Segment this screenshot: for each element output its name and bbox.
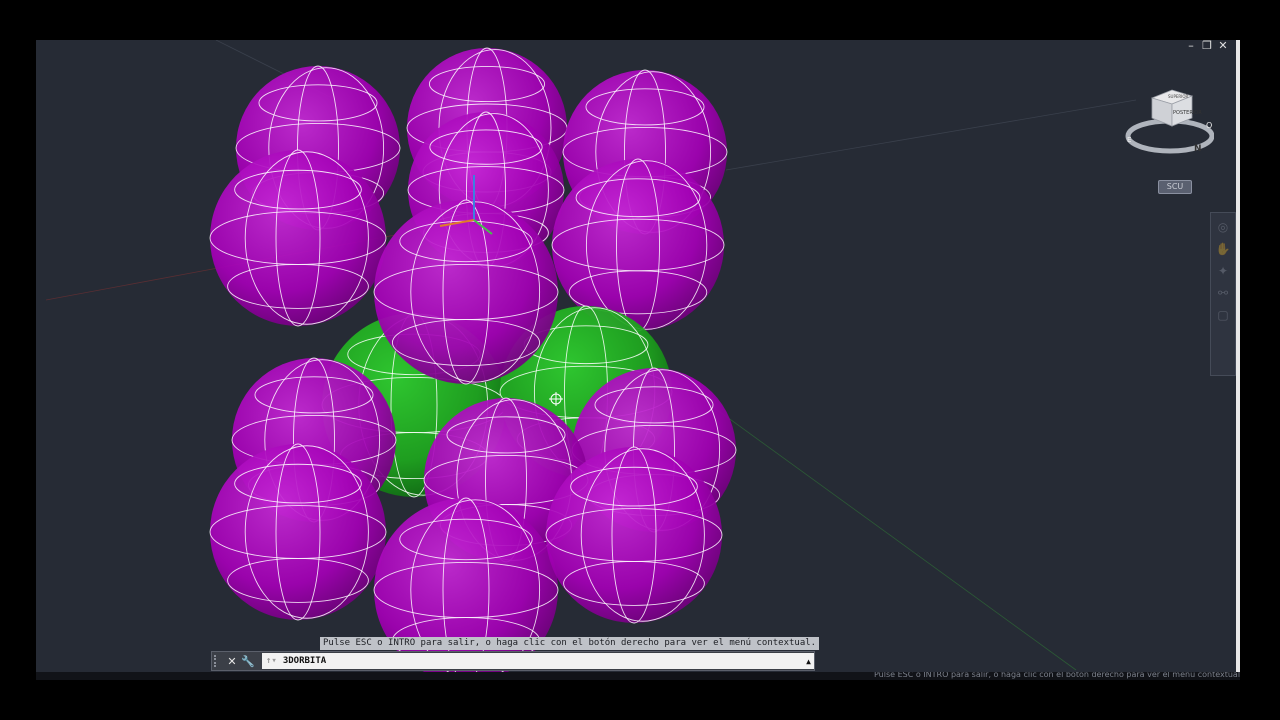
magenta-sphere [551, 158, 725, 332]
orbit-icon[interactable]: ⚯ [1215, 285, 1231, 301]
minimize-icon[interactable]: – [1186, 40, 1196, 51]
magenta-sphere [209, 149, 387, 327]
command-history-arrow-icon[interactable]: ▲ [806, 657, 811, 666]
navigation-bar: ◎ ✋ ✦ ⚯ ▢ [1210, 212, 1236, 376]
drag-handle-icon[interactable] [214, 655, 222, 667]
customize-wrench-icon[interactable]: 🔧 [240, 653, 256, 669]
compass-west[interactable]: O [1206, 121, 1212, 130]
steering-wheel-icon[interactable]: ◎ [1215, 219, 1231, 235]
command-tooltip: Pulse ESC o INTRO para salir, o haga cli… [320, 637, 820, 650]
command-input[interactable]: ↑▾ 3DORBITA ▲ [262, 653, 814, 669]
showmotion-icon[interactable]: ▢ [1215, 307, 1231, 323]
status-prompt-text: Pulse ESC o INTRO para salir, o haga cli… [874, 672, 1240, 679]
y-axis-line [675, 379, 1077, 671]
command-line: ✕ 🔧 ↑▾ 3DORBITA ▲ [211, 651, 815, 671]
sphere-group [209, 47, 737, 672]
close-icon[interactable]: ✕ [224, 653, 240, 669]
magenta-sphere [545, 446, 723, 624]
wcs-menu[interactable]: SCU [1158, 180, 1192, 194]
magenta-sphere [209, 443, 387, 621]
viewcube-back-face[interactable]: POSTERIOR [1173, 110, 1202, 116]
drawing-viewport[interactable]: – ❐ ✕ SUPERIOR POSTERIOR N O E SCU ◎ ✋ ✦… [36, 40, 1240, 672]
viewcube-top-face[interactable]: SUPERIOR [1168, 94, 1189, 99]
compass-north[interactable]: N [1194, 144, 1202, 154]
recent-commands-icon[interactable]: ↑▾ [266, 656, 277, 666]
grid-line [725, 99, 1137, 171]
magenta-sphere [373, 199, 559, 385]
zoom-icon[interactable]: ✦ [1215, 263, 1231, 279]
viewcube[interactable]: SUPERIOR POSTERIOR N O E [1124, 84, 1214, 164]
3d-scene[interactable] [36, 40, 1240, 672]
compass-east[interactable]: E [1127, 136, 1131, 144]
status-bar: Pulse ESC o INTRO para salir, o haga cli… [36, 672, 1240, 680]
viewport-border [1236, 40, 1240, 672]
restore-icon[interactable]: ❐ [1202, 40, 1212, 51]
viewport-window-controls: – ❐ ✕ [1186, 40, 1228, 51]
pan-icon[interactable]: ✋ [1215, 241, 1231, 257]
close-icon[interactable]: ✕ [1218, 40, 1228, 51]
command-text: 3DORBITA [282, 656, 327, 666]
